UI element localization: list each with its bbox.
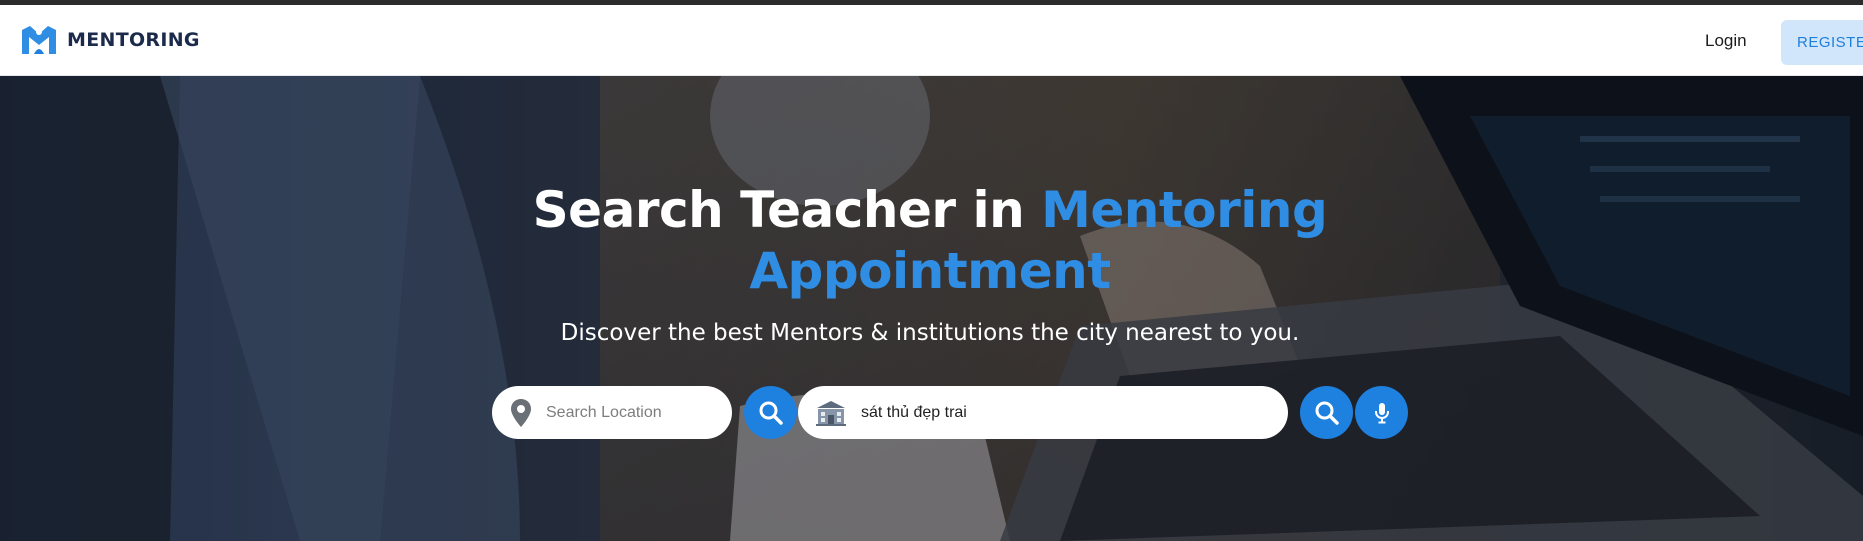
microphone-icon <box>1374 402 1389 423</box>
hero-section: Search Teacher in Mentoring Appointment … <box>0 76 1863 541</box>
keyword-search-button[interactable] <box>1300 386 1353 439</box>
voice-search-button[interactable] <box>1355 386 1408 439</box>
keyword-search-input[interactable] <box>859 402 1263 423</box>
mentoring-logo-icon <box>22 26 56 54</box>
register-button[interactable]: REGISTER <box>1781 20 1863 65</box>
brand-logo[interactable]: MENTORING <box>20 24 200 56</box>
navbar: MENTORING Login REGISTER <box>0 5 1863 76</box>
hero-subtitle: Discover the best Mentors & institutions… <box>560 320 1300 346</box>
map-pin-icon <box>511 398 531 427</box>
hero-dark-overlay <box>0 76 1863 541</box>
hero-title: Search Teacher in Mentoring Appointment <box>380 180 1480 302</box>
brand-name: MENTORING <box>67 29 200 51</box>
magnifier-icon <box>1315 401 1339 425</box>
location-search-box <box>492 386 732 439</box>
location-search-input[interactable] <box>544 402 723 423</box>
school-building-icon <box>816 400 846 426</box>
login-link[interactable]: Login <box>1705 31 1747 51</box>
keyword-search-box <box>798 386 1288 439</box>
hero-title-main: Search Teacher in <box>532 181 1042 239</box>
magnifier-icon <box>759 401 783 425</box>
location-search-button[interactable] <box>744 386 797 439</box>
